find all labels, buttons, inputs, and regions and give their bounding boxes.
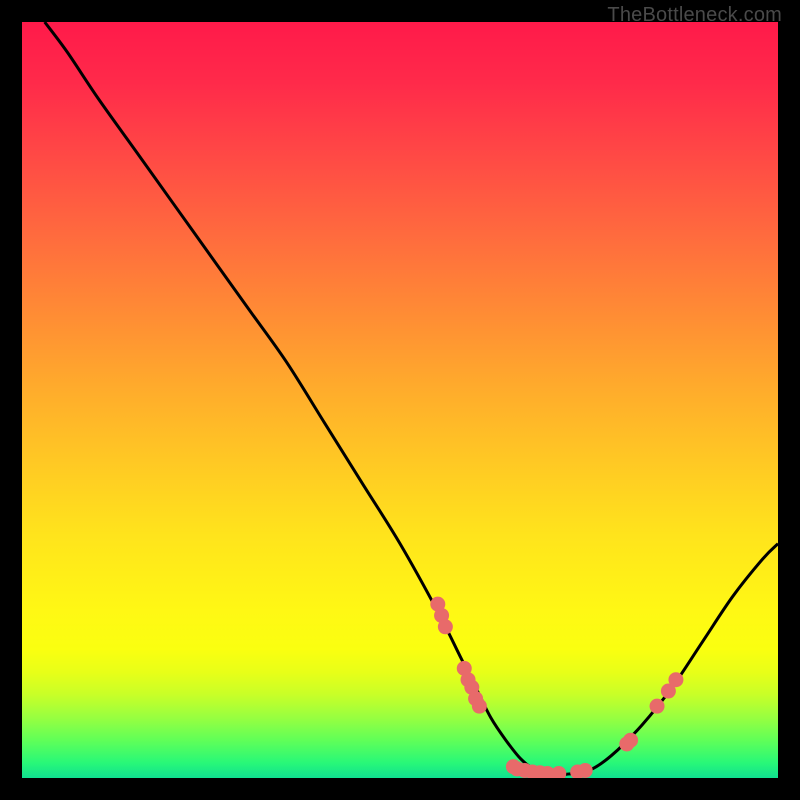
data-marker — [551, 766, 566, 778]
data-marker — [472, 699, 487, 714]
bottleneck-curve-line — [45, 22, 778, 775]
data-marker — [668, 672, 683, 687]
chart-container: TheBottleneck.com — [0, 0, 800, 800]
curve-path — [45, 22, 778, 775]
watermark-text: TheBottleneck.com — [607, 4, 782, 27]
data-marker — [578, 763, 593, 778]
curve-svg — [22, 22, 778, 778]
data-marker — [438, 619, 453, 634]
data-marker — [650, 699, 665, 714]
data-markers — [430, 597, 683, 778]
data-marker — [623, 733, 638, 748]
